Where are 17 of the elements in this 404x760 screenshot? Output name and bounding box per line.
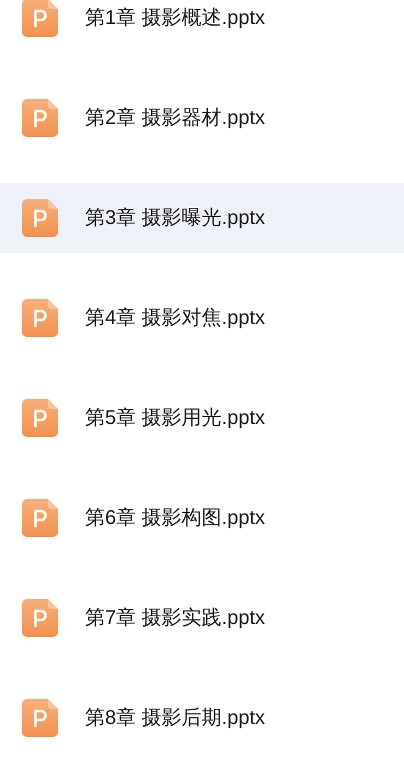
presentation-file-icon: [22, 299, 58, 337]
presentation-file-icon: [22, 499, 58, 537]
presentation-file-icon: [22, 699, 58, 737]
presentation-file-icon: [22, 99, 58, 137]
presentation-file-icon: [22, 0, 58, 37]
file-name: 第7章 摄影实践.pptx: [85, 606, 266, 631]
file-name: 第6章 摄影构图.pptx: [85, 506, 266, 531]
file-name: 第4章 摄影对焦.pptx: [85, 306, 266, 331]
file-list-item[interactable]: 第3章 摄影曝光.pptx: [0, 183, 404, 253]
file-name: 第8章 摄影后期.pptx: [85, 706, 266, 731]
presentation-file-icon: [22, 199, 58, 237]
file-name: 第1章 摄影概述.pptx: [85, 6, 266, 31]
file-name: 第5章 摄影用光.pptx: [85, 406, 266, 431]
presentation-file-icon: [22, 399, 58, 437]
file-name: 第2章 摄影器材.pptx: [85, 106, 266, 131]
file-name: 第3章 摄影曝光.pptx: [85, 206, 266, 231]
presentation-file-icon: [22, 599, 58, 637]
